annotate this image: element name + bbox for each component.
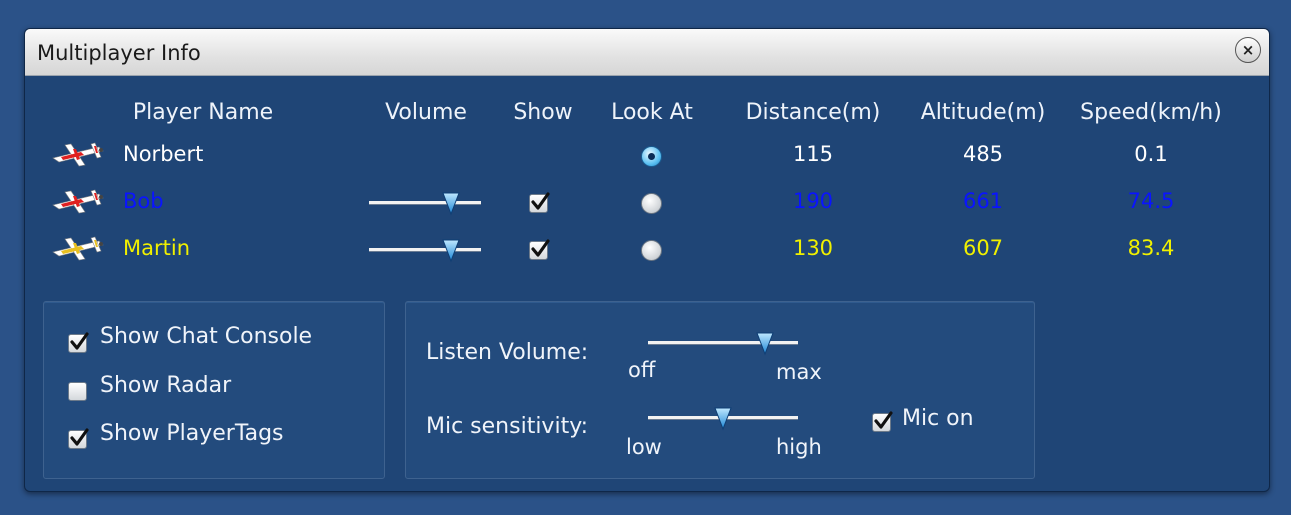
slider-thumb-icon[interactable] [755,330,775,356]
listen-volume-min-label: off [628,358,656,382]
player-speed: 0.1 [1134,142,1168,166]
checkmark-icon [70,332,89,350]
column-header-speed: Speed(km/h) [1080,100,1222,125]
checkmark-icon [70,428,89,446]
column-header-volume: Volume [385,100,467,125]
player-show-checkbox[interactable] [529,239,550,260]
show-chat-console-checkbox[interactable] [68,332,89,353]
show-player-tags-checkbox[interactable] [68,428,89,449]
column-header-show: Show [513,100,573,125]
title-bar[interactable]: Multiplayer Info × [25,29,1269,76]
column-header-distance: Distance(m) [745,100,881,125]
look-at-radio[interactable] [641,146,662,167]
player-speed: 74.5 [1127,189,1175,213]
slider-thumb-icon[interactable] [713,405,733,431]
player-altitude: 607 [962,236,1004,260]
airplane-icon [51,235,107,267]
slider-track[interactable] [648,341,798,345]
player-distance: 130 [792,236,834,260]
player-name: Martin [123,236,190,260]
listen-volume-max-label: max [776,360,822,384]
display-options-panel: Show Chat Console Show Radar Show Player… [43,301,385,479]
show-player-tags-label: Show PlayerTags [100,421,284,446]
close-button[interactable]: × [1235,37,1261,63]
listen-volume-slider[interactable] [648,330,798,356]
close-icon: × [1241,40,1255,59]
show-radar-checkbox[interactable] [68,382,87,401]
look-at-radio[interactable] [641,193,662,214]
slider-track[interactable] [369,201,481,205]
player-show-checkbox[interactable] [529,192,550,213]
airplane-icon [51,188,107,220]
audio-panel: Listen Volume: off max Mic sensitivity: … [405,301,1035,479]
airplane-icon [51,141,107,173]
slider-thumb-icon[interactable] [441,190,461,216]
multiplayer-info-window: Multiplayer Info × Player Name Volume Sh… [24,28,1270,492]
player-distance: 190 [792,189,834,213]
player-altitude: 485 [962,142,1004,166]
show-radar-label: Show Radar [100,373,232,398]
column-header-altitude: Altitude(m) [920,100,1046,125]
column-header-player-name: Player Name [132,100,274,125]
listen-volume-label: Listen Volume: [426,340,589,365]
show-chat-console-label: Show Chat Console [100,324,313,349]
column-header-look-at: Look At [611,100,693,125]
mic-sensitivity-max-label: high [776,435,822,459]
mic-on-label: Mic on [902,406,974,431]
checkmark-icon [874,411,893,429]
player-name: Bob [123,189,164,213]
player-speed: 83.4 [1127,236,1175,260]
slider-thumb-icon[interactable] [441,237,461,263]
player-name: Norbert [123,142,204,166]
player-altitude: 661 [962,189,1004,213]
player-volume-slider[interactable] [369,237,481,263]
mic-sensitivity-slider[interactable] [648,405,798,431]
window-title: Multiplayer Info [37,41,201,65]
slider-track[interactable] [369,248,481,252]
mic-on-checkbox[interactable] [872,411,893,432]
mic-sensitivity-label: Mic sensitivity: [426,414,589,439]
look-at-radio[interactable] [641,240,662,261]
mic-sensitivity-min-label: low [626,435,662,459]
player-volume-slider[interactable] [369,190,481,216]
player-distance: 115 [792,142,834,166]
